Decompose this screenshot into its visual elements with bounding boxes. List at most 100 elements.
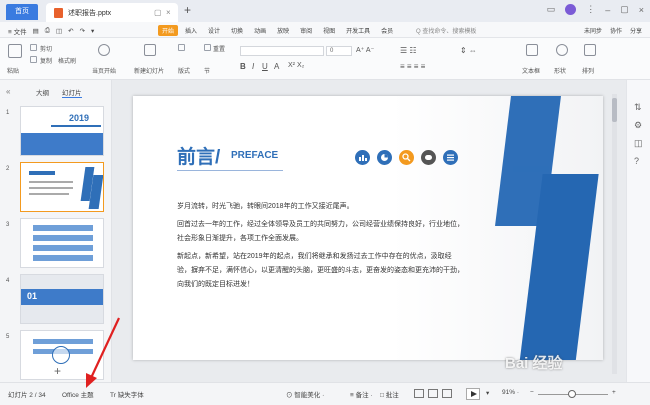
layout-icon[interactable] bbox=[178, 44, 185, 51]
underline-icon[interactable]: U bbox=[262, 62, 268, 71]
tab-slideshow[interactable]: 放映 bbox=[273, 25, 293, 36]
collapse-pane-icon[interactable]: « bbox=[6, 87, 10, 96]
missing-font[interactable]: Tr 缺失字体 bbox=[110, 389, 144, 399]
smart-beautify[interactable]: ⊙ 智能美化 · bbox=[286, 389, 324, 399]
new-slide-label[interactable]: 新建幻灯片 bbox=[134, 66, 164, 75]
share-button[interactable]: 分享 bbox=[630, 26, 642, 35]
font-grow-icon[interactable]: A⁺ A⁻ bbox=[356, 46, 374, 54]
tab-animation[interactable]: 动画 bbox=[250, 25, 270, 36]
play-slideshow-button[interactable] bbox=[466, 388, 480, 400]
settings-icon[interactable]: ⚙ bbox=[634, 120, 642, 131]
notes-toggle[interactable]: ≡ 备注 · bbox=[350, 389, 373, 399]
current-slide[interactable]: 前言/ PREFACE 岁月流转，时光飞驰，转眼间2018年的工作又接近尾声。 … bbox=[133, 96, 603, 360]
redo-icon[interactable]: ↷ bbox=[80, 27, 85, 35]
help-icon[interactable]: ? bbox=[634, 156, 639, 166]
vertical-scrollbar[interactable] bbox=[612, 94, 617, 374]
copy-icon[interactable] bbox=[30, 56, 37, 63]
align-icons[interactable]: ≡ ≡ ≡ ≡ bbox=[400, 62, 425, 71]
collaborate-button[interactable]: 协作 bbox=[610, 26, 622, 35]
italic-icon[interactable]: I bbox=[252, 62, 254, 71]
sorter-view-icon[interactable] bbox=[428, 389, 438, 398]
document-tab[interactable]: 述职报告.pptx ▢ × bbox=[46, 3, 178, 22]
minimize-icon[interactable]: – bbox=[605, 5, 610, 15]
line-spacing-icon[interactable]: ⇕ ⇔ bbox=[460, 46, 477, 55]
normal-view-icon[interactable] bbox=[414, 389, 424, 398]
tab-view[interactable]: 视图 bbox=[319, 25, 339, 36]
section-label[interactable]: 节 bbox=[204, 66, 210, 75]
play-current-icon[interactable] bbox=[98, 44, 110, 56]
close-icon[interactable]: × bbox=[639, 5, 644, 15]
avatar[interactable] bbox=[565, 4, 577, 15]
transition-icon[interactable]: ◫ bbox=[634, 138, 643, 149]
superscript-icon[interactable]: X² X₂ bbox=[288, 62, 304, 69]
slide-thumb-4[interactable]: 4 01 bbox=[6, 274, 106, 326]
arrange-label[interactable]: 排列 bbox=[582, 66, 594, 75]
text-box-label[interactable]: 文本框 bbox=[522, 66, 540, 75]
scroll-thumb[interactable] bbox=[612, 98, 617, 122]
copy-label[interactable]: 复制 bbox=[40, 56, 52, 65]
slide-title-en[interactable]: PREFACE bbox=[231, 150, 278, 161]
save-icon[interactable]: ▤ bbox=[33, 27, 39, 35]
slide-thumb-1[interactable]: 1 2019 bbox=[6, 106, 106, 158]
theme-name[interactable]: Office 主题 bbox=[62, 389, 94, 399]
slide-body[interactable]: 岁月流转，时光飞驰，转眼间2018年的工作又接近尾声。 回首过去一年的工作，经过… bbox=[177, 200, 465, 292]
tab-developer[interactable]: 开发工具 bbox=[342, 25, 374, 36]
maximize-icon[interactable]: ▢ bbox=[620, 4, 629, 15]
properties-icon[interactable]: ⇅ bbox=[634, 102, 642, 113]
tab-transition[interactable]: 切换 bbox=[227, 25, 247, 36]
cut-label[interactable]: 剪切 bbox=[40, 44, 52, 53]
reset-icon[interactable] bbox=[204, 44, 211, 51]
zoom-out-button[interactable]: − bbox=[530, 389, 534, 396]
new-slide-icon[interactable] bbox=[144, 44, 156, 56]
tab-slides[interactable]: 幻灯片 bbox=[62, 87, 82, 98]
font-color-icon[interactable]: A bbox=[274, 62, 279, 71]
tab-design[interactable]: 设计 bbox=[204, 25, 224, 36]
font-family-select[interactable] bbox=[240, 46, 324, 56]
reading-view-icon[interactable] bbox=[442, 389, 452, 398]
add-slide-button[interactable]: + bbox=[54, 364, 61, 378]
slide-number: 5 bbox=[6, 334, 10, 340]
print-icon[interactable]: ⎙ bbox=[45, 27, 50, 35]
new-tab-button[interactable]: + bbox=[184, 3, 191, 17]
preview-icon[interactable]: ◫ bbox=[56, 27, 62, 35]
add-slide-circle[interactable] bbox=[52, 346, 70, 364]
sync-status[interactable]: 未同步 bbox=[584, 26, 602, 35]
layout-icon[interactable]: ▭ bbox=[547, 4, 556, 15]
file-menu[interactable]: ≡ 文件 bbox=[8, 26, 27, 36]
tab-insert[interactable]: 插入 bbox=[181, 25, 201, 36]
shape-label[interactable]: 形状 bbox=[554, 66, 566, 75]
bullet-list-icon[interactable]: ☰ ☷ bbox=[400, 46, 417, 55]
comments-toggle[interactable]: □ 批注 bbox=[380, 389, 399, 399]
text-box-icon[interactable] bbox=[526, 44, 538, 56]
play-from-current[interactable]: 当页开始 bbox=[92, 66, 116, 75]
more-icon[interactable]: ⋮ bbox=[586, 4, 595, 15]
slide-title[interactable]: 前言/ bbox=[177, 142, 220, 169]
bold-icon[interactable]: B bbox=[240, 62, 246, 71]
thumb-row bbox=[33, 235, 93, 241]
tab-member[interactable]: 会员 bbox=[377, 25, 397, 36]
tab-home[interactable]: 开始 bbox=[158, 25, 179, 36]
arrange-icon[interactable] bbox=[584, 44, 596, 56]
tab-restore-icon[interactable]: ▢ bbox=[154, 8, 162, 17]
slide-thumb-2[interactable]: 2 bbox=[6, 162, 106, 214]
zoom-slider-knob[interactable] bbox=[568, 390, 576, 398]
paste-label[interactable]: 粘贴 bbox=[7, 66, 19, 75]
tab-outline[interactable]: 大纲 bbox=[36, 87, 49, 97]
zoom-level[interactable]: 91% · bbox=[502, 389, 519, 396]
layout-label[interactable]: 版式 bbox=[178, 66, 190, 75]
paste-icon[interactable] bbox=[8, 44, 22, 58]
cut-icon[interactable] bbox=[30, 44, 37, 51]
undo-icon[interactable]: ↶ bbox=[68, 27, 73, 35]
font-size-select[interactable]: 0 bbox=[326, 46, 352, 56]
reset-label[interactable]: 重置 bbox=[213, 44, 225, 53]
tab-review[interactable]: 审阅 bbox=[296, 25, 316, 36]
tab-close-icon[interactable]: × bbox=[166, 8, 171, 17]
play-dropdown-icon[interactable]: ▾ bbox=[486, 389, 489, 397]
home-tab[interactable]: 首页 bbox=[6, 4, 38, 20]
dropdown-icon[interactable]: ▾ bbox=[91, 27, 94, 35]
command-search[interactable]: Q 查找命令、搜索模板 bbox=[416, 26, 476, 35]
format-painter-label[interactable]: 格式刷 bbox=[58, 56, 76, 65]
shape-icon[interactable] bbox=[556, 44, 568, 56]
slide-thumb-3[interactable]: 3 bbox=[6, 218, 106, 270]
zoom-in-button[interactable]: + bbox=[612, 389, 616, 396]
